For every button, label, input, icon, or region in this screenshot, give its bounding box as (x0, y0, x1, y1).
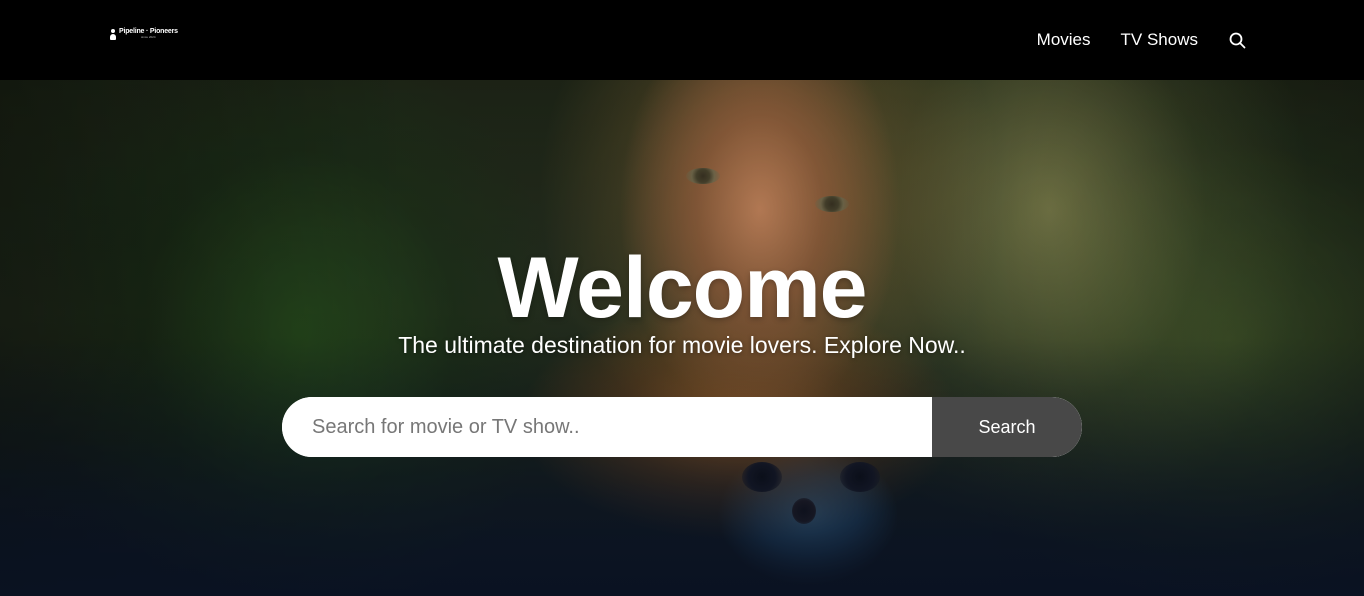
logo-text: Pipeline · Pioneers (119, 28, 178, 35)
hero-content: Welcome The ultimate destination for mov… (0, 80, 1364, 596)
search-input[interactable] (282, 397, 932, 457)
logo-subtext: since 2024 (141, 35, 156, 39)
page: Pipeline · Pioneers since 2024 Movies TV… (0, 0, 1364, 596)
logo-text-group: Pipeline · Pioneers since 2024 (119, 28, 178, 39)
person-icon (110, 29, 116, 40)
hero-subtitle: The ultimate destination for movie lover… (398, 332, 966, 358)
hero-title: Welcome (497, 240, 868, 336)
search-form: Search (282, 397, 1082, 457)
search-button[interactable]: Search (932, 397, 1082, 457)
search-icon-graphic (1229, 32, 1245, 48)
search-icon[interactable] (1228, 31, 1246, 49)
nav-link-tv-shows[interactable]: TV Shows (1121, 30, 1198, 50)
main-nav: Movies TV Shows (1037, 0, 1246, 80)
site-header: Pipeline · Pioneers since 2024 Movies TV… (0, 0, 1364, 80)
site-logo[interactable]: Pipeline · Pioneers since 2024 (110, 28, 178, 44)
nav-link-movies[interactable]: Movies (1037, 30, 1091, 50)
hero-section: Welcome The ultimate destination for mov… (0, 80, 1364, 596)
